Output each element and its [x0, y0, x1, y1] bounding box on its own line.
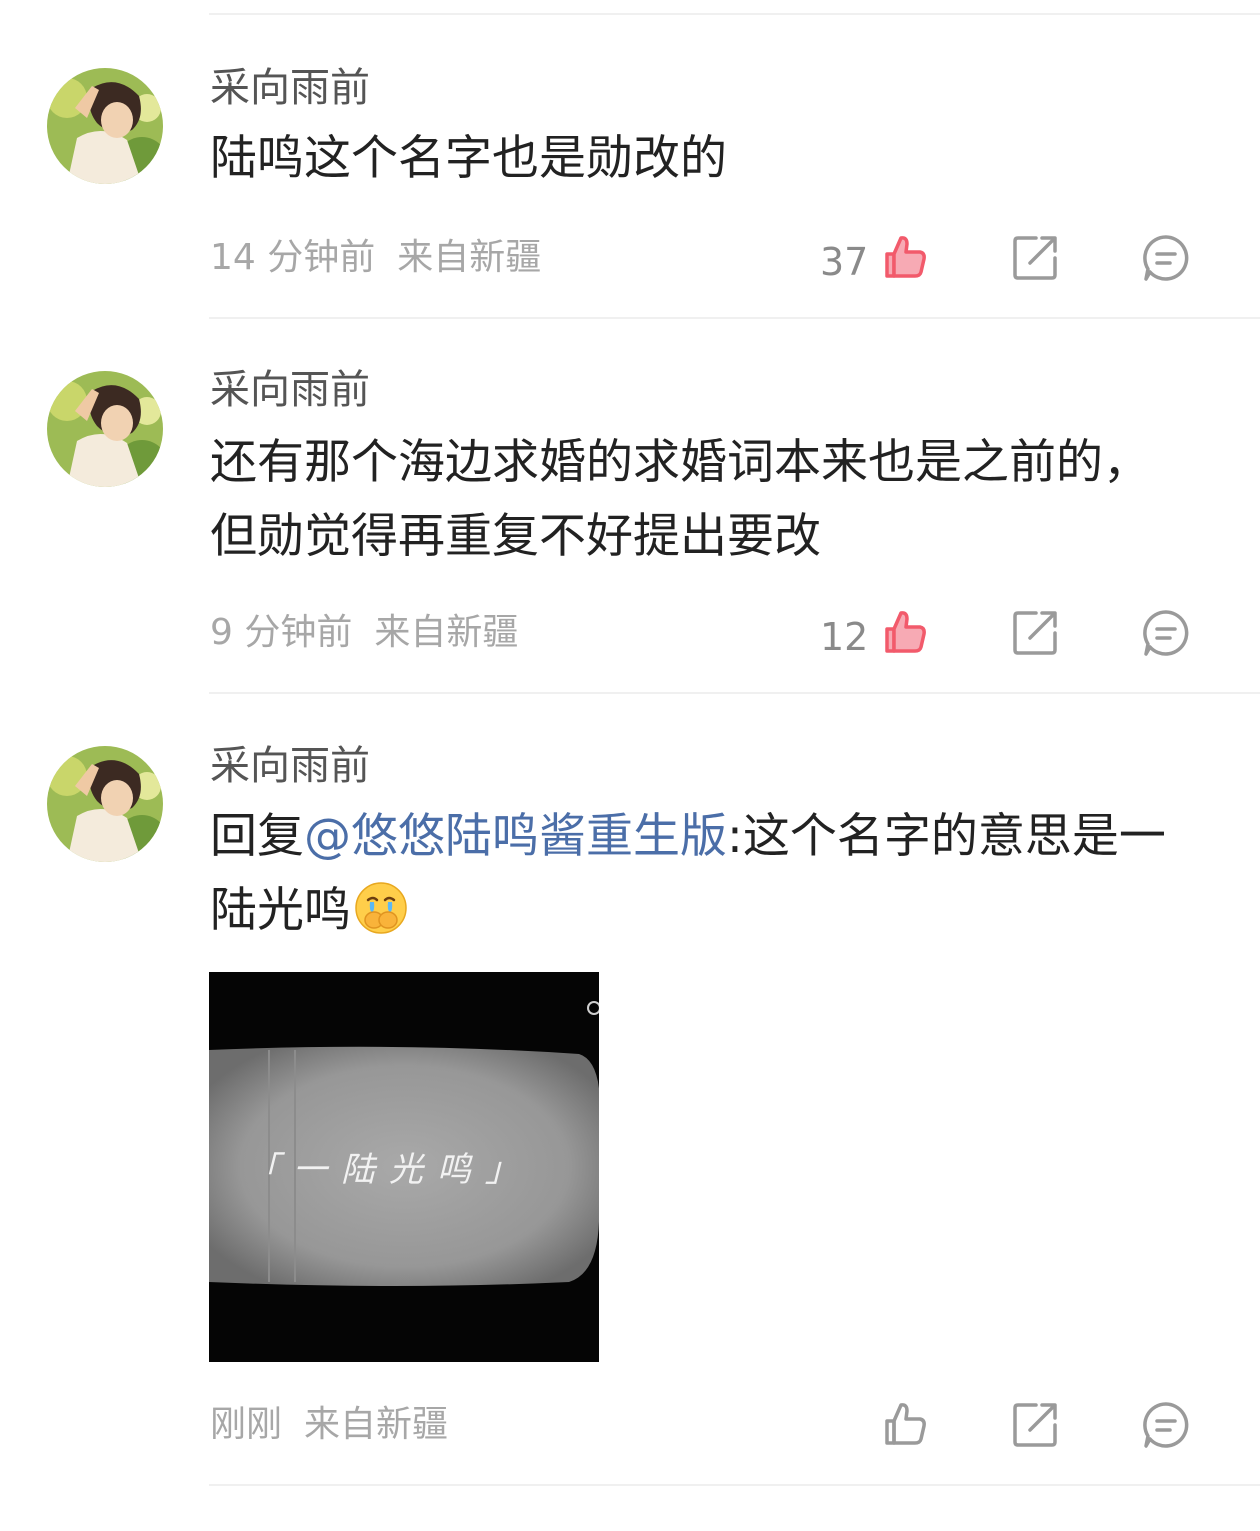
location: 来自新疆: [374, 612, 519, 653]
share-icon: [1013, 611, 1057, 655]
comment-text: 陆鸣这个名字也是勋改的: [210, 131, 727, 186]
avatar-image: [47, 68, 163, 184]
comment-text: 还有那个海边求婚的求婚词本来也是之前的，但勋觉得再重复不好提出要改: [210, 435, 1150, 564]
top-divider: [209, 13, 1260, 15]
location: 来自新疆: [304, 1404, 449, 1445]
image-caption: 「一陆光鸣」: [245, 1150, 533, 1190]
timestamp: 刚刚: [210, 1404, 283, 1445]
reply-button[interactable]: [1140, 232, 1192, 284]
crying-covering-mouth-emoji: [353, 880, 409, 936]
username[interactable]: 采向雨前: [210, 742, 370, 790]
avatar[interactable]: [47, 68, 163, 184]
comment-divider: [209, 1484, 1260, 1486]
thumbs-up-icon: [885, 1403, 926, 1445]
comment-divider: [209, 692, 1260, 694]
like-count: 37: [820, 240, 869, 284]
timestamp: 14 分钟前: [210, 237, 376, 278]
timestamp: 9 分钟前: [210, 612, 353, 653]
comment-meta: 14 分钟前 来自新疆: [210, 236, 541, 280]
like-button[interactable]: [879, 607, 931, 659]
avatar-image: [47, 746, 163, 862]
location: 来自新疆: [397, 237, 542, 278]
like-button[interactable]: [879, 1399, 931, 1451]
reply-prefix: 回复: [210, 809, 304, 864]
comment-icon: [1143, 1402, 1189, 1448]
mention-link[interactable]: @悠悠陆鸣酱重生版: [304, 809, 727, 864]
avatar[interactable]: [47, 371, 163, 487]
comment-image[interactable]: 「一陆光鸣」: [209, 972, 599, 1362]
reply-button[interactable]: [1140, 607, 1192, 659]
reply-button[interactable]: [1140, 1399, 1192, 1451]
comment-icon: [1143, 610, 1189, 656]
thumbs-up-icon: [885, 611, 926, 653]
comment-icon: [1143, 235, 1189, 281]
username[interactable]: 采向雨前: [210, 64, 370, 112]
repost-button[interactable]: [1010, 232, 1062, 284]
avatar-image: [47, 371, 163, 487]
avatar[interactable]: [47, 746, 163, 862]
comment-divider: [209, 317, 1260, 319]
like-count: 12: [820, 615, 869, 659]
comment-text: 回复@悠悠陆鸣酱重生版:这个名字的意思是一陆光鸣: [210, 800, 1190, 948]
repost-button[interactable]: [1010, 1399, 1062, 1451]
like-button[interactable]: [879, 232, 931, 284]
share-icon: [1013, 1403, 1057, 1447]
comment-meta: 刚刚 来自新疆: [210, 1403, 448, 1447]
thumbs-up-icon: [885, 236, 926, 278]
username[interactable]: 采向雨前: [210, 366, 370, 414]
share-icon: [1013, 236, 1057, 280]
repost-button[interactable]: [1010, 607, 1062, 659]
comment-meta: 9 分钟前 来自新疆: [210, 611, 518, 655]
